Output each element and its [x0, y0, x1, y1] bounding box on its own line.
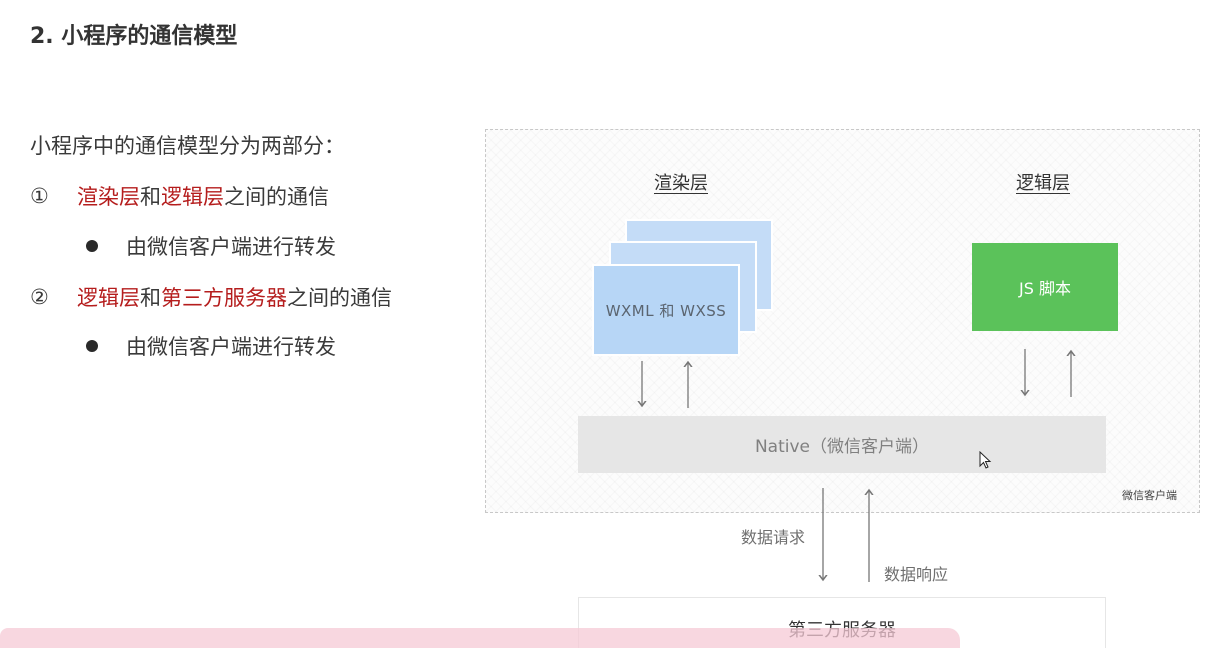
- response-label: 数据响应: [884, 565, 949, 584]
- pink-highlight-stroke: [0, 628, 960, 648]
- mouse-cursor-icon: [979, 451, 992, 469]
- connector-arrows: [0, 349, 1218, 582]
- slide: 2. 小程序的通信模型 小程序中的通信模型分为两部分： ① 渲染层 和 逻辑层 …: [0, 0, 1218, 648]
- request-label: 数据请求: [741, 528, 806, 547]
